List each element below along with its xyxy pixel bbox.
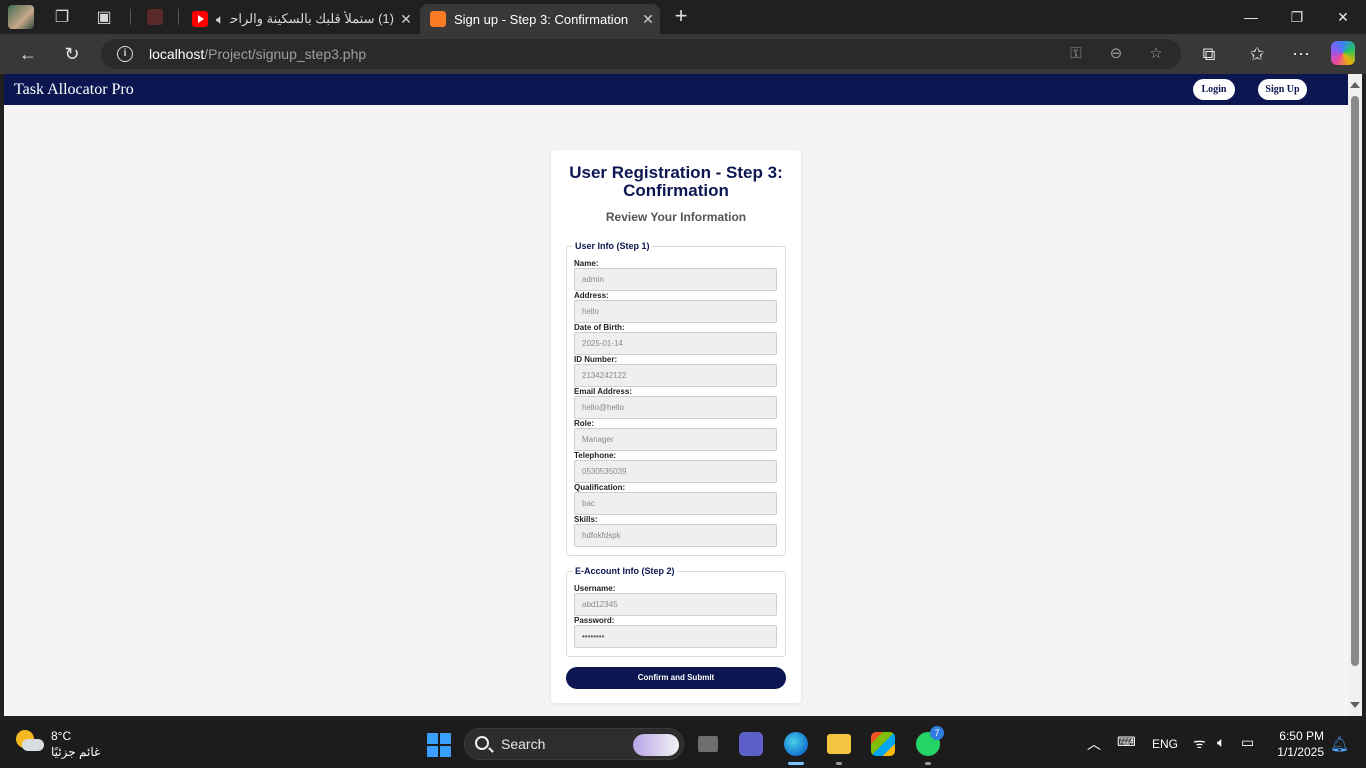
page-scrollbar[interactable] bbox=[1348, 74, 1362, 716]
volume-icon[interactable]: 🔈︎ bbox=[1217, 734, 1225, 751]
tab-title: Sign up - Step 3: Confirmation bbox=[454, 11, 629, 27]
reload-icon[interactable]: ↻ bbox=[57, 40, 87, 68]
field-label-qualification: Qualification: bbox=[574, 483, 626, 492]
back-arrow-icon[interactable]: ← bbox=[13, 40, 43, 68]
favorites-icon[interactable]: ✩ bbox=[1242, 40, 1272, 68]
address-field[interactable]: hello bbox=[574, 300, 777, 323]
id-number-field[interactable]: 2134242122 bbox=[574, 364, 777, 387]
username-field[interactable]: abd12345 bbox=[574, 593, 777, 616]
search-highlight-icon bbox=[633, 734, 679, 756]
tab-youtube[interactable]: 🔈︎ (1) ستملأ قلبك بالسكينة والراحة ✕ bbox=[182, 4, 418, 34]
fieldset-legend: E-Account Info (Step 2) bbox=[573, 566, 677, 577]
field-label-password: Password: bbox=[574, 616, 615, 625]
zoom-out-icon[interactable]: ⊖ bbox=[1104, 43, 1128, 65]
email-field[interactable]: hello@hello bbox=[574, 396, 777, 419]
battery-icon[interactable]: ▭ bbox=[1241, 734, 1254, 751]
clock-time: 6:50 PM bbox=[1279, 729, 1324, 743]
dob-field[interactable]: 2025-01-14 bbox=[574, 332, 777, 355]
workspaces-icon[interactable]: ❐ bbox=[49, 5, 75, 29]
whatsapp-badge: 7 bbox=[930, 726, 944, 740]
youtube-icon bbox=[192, 11, 208, 27]
language-indicator[interactable]: ENG bbox=[1152, 737, 1178, 751]
tab-separator bbox=[178, 9, 179, 25]
tab-signup-step3[interactable]: Sign up - Step 3: Confirmation ✕ bbox=[420, 4, 660, 34]
close-window-icon[interactable]: ✕ bbox=[1320, 0, 1366, 34]
wifi-icon[interactable]: ᯤ bbox=[1193, 734, 1206, 753]
page-viewport: Task Allocator Pro Login Sign Up User Re… bbox=[4, 74, 1348, 716]
active-app-indicator bbox=[788, 762, 804, 765]
url-text[interactable]: localhost/Project/signup_step3.php bbox=[149, 46, 366, 62]
field-label-role: Role: bbox=[574, 419, 594, 428]
windows-taskbar: 8°C غائم جزئيًا Search 7 ︿ ⌨ ENG ᯤ 🔈︎ ▭ … bbox=[0, 720, 1366, 768]
favorite-star-icon[interactable]: ☆ bbox=[1144, 43, 1168, 65]
speaker-icon[interactable]: 🔈︎ bbox=[216, 11, 224, 28]
restore-icon[interactable]: ❐ bbox=[1274, 0, 1320, 34]
site-info-icon[interactable]: i bbox=[117, 46, 133, 62]
minimize-icon[interactable]: — bbox=[1228, 0, 1274, 34]
field-label-address: Address: bbox=[574, 291, 609, 300]
pdf-tab-icon[interactable] bbox=[142, 5, 168, 29]
weather-icon[interactable] bbox=[16, 728, 44, 756]
login-button[interactable]: Login bbox=[1193, 79, 1235, 100]
clock-date: 1/1/2025 bbox=[1277, 745, 1324, 759]
field-label-email: Email Address: bbox=[574, 387, 632, 396]
skills-field[interactable]: hdfokfdspk bbox=[574, 524, 777, 547]
field-label-id: ID Number: bbox=[574, 355, 618, 364]
app-indicator bbox=[925, 762, 931, 765]
extensions-icon[interactable]: ⧉ bbox=[1194, 40, 1224, 68]
field-label-skills: Skills: bbox=[574, 515, 598, 524]
app-header: Task Allocator Pro Login Sign Up bbox=[4, 74, 1348, 105]
notification-bell-icon[interactable]: 🔔︎ bbox=[1330, 735, 1349, 753]
tab-separator bbox=[130, 9, 131, 25]
more-menu-icon[interactable]: ⋯ bbox=[1286, 40, 1316, 68]
signup-button[interactable]: Sign Up bbox=[1258, 79, 1307, 100]
close-tab-icon[interactable]: ✕ bbox=[394, 11, 418, 28]
close-tab-icon[interactable]: ✕ bbox=[636, 11, 660, 28]
xampp-icon bbox=[430, 11, 446, 27]
keyboard-icon[interactable]: ⌨ bbox=[1117, 734, 1136, 750]
name-field[interactable]: admin bbox=[574, 268, 777, 291]
app-indicator bbox=[836, 762, 842, 765]
address-bar[interactable]: i localhost/Project/signup_step3.php ⚿ ⊖… bbox=[101, 39, 1181, 69]
task-view-icon[interactable] bbox=[692, 728, 724, 760]
role-field[interactable]: Manager bbox=[574, 428, 777, 451]
confirm-submit-button[interactable]: Confirm and Submit bbox=[566, 667, 786, 689]
profile-avatar[interactable] bbox=[8, 5, 34, 29]
scroll-up-icon[interactable] bbox=[1350, 82, 1360, 88]
page-title: User Registration - Step 3: Confirmation bbox=[569, 163, 783, 200]
copilot-icon[interactable] bbox=[1331, 41, 1355, 65]
scrollbar-thumb[interactable] bbox=[1351, 96, 1359, 666]
key-icon[interactable]: ⚿ bbox=[1064, 43, 1088, 65]
weather-condition[interactable]: غائم جزئيًا bbox=[51, 745, 100, 759]
brand-title[interactable]: Task Allocator Pro bbox=[14, 81, 134, 99]
tab-actions-icon[interactable]: ▣ bbox=[91, 5, 117, 29]
taskbar-search[interactable]: Search bbox=[464, 728, 684, 760]
start-menu-icon[interactable] bbox=[427, 733, 451, 757]
field-label-name: Name: bbox=[574, 259, 599, 268]
field-label-username: Username: bbox=[574, 584, 616, 593]
edge-browser-icon[interactable] bbox=[780, 728, 812, 760]
system-clock[interactable]: 6:50 PM 1/1/2025 bbox=[1268, 728, 1324, 760]
search-label: Search bbox=[501, 736, 546, 752]
weather-temperature[interactable]: 8°C bbox=[51, 729, 71, 743]
scroll-down-icon[interactable] bbox=[1350, 702, 1360, 708]
field-label-dob: Date of Birth: bbox=[574, 323, 625, 332]
browser-tab-bar: ❐ ▣ 🔈︎ (1) ستملأ قلبك بالسكينة والراحة ✕… bbox=[0, 0, 1366, 34]
telephone-field[interactable]: 0530535039 bbox=[574, 460, 777, 483]
microsoft-store-icon[interactable] bbox=[867, 728, 899, 760]
fieldset-legend: User Info (Step 1) bbox=[573, 241, 652, 252]
tab-title: (1) ستملأ قلبك بالسكينة والراحة bbox=[230, 11, 394, 26]
browser-toolbar: ← ↻ i localhost/Project/signup_step3.php… bbox=[0, 34, 1366, 74]
registration-card: User Registration - Step 3: Confirmation… bbox=[551, 150, 801, 703]
review-subtitle: Review Your Information bbox=[605, 210, 747, 224]
chevron-up-icon[interactable]: ︿ bbox=[1087, 734, 1101, 754]
new-tab-icon[interactable]: + bbox=[668, 5, 694, 29]
password-field[interactable]: •••••••• bbox=[574, 625, 777, 648]
field-label-telephone: Telephone: bbox=[574, 451, 617, 460]
file-explorer-icon[interactable] bbox=[823, 728, 855, 760]
teams-icon[interactable] bbox=[735, 728, 767, 760]
qualification-field[interactable]: bac bbox=[574, 492, 777, 515]
search-icon bbox=[475, 736, 489, 750]
